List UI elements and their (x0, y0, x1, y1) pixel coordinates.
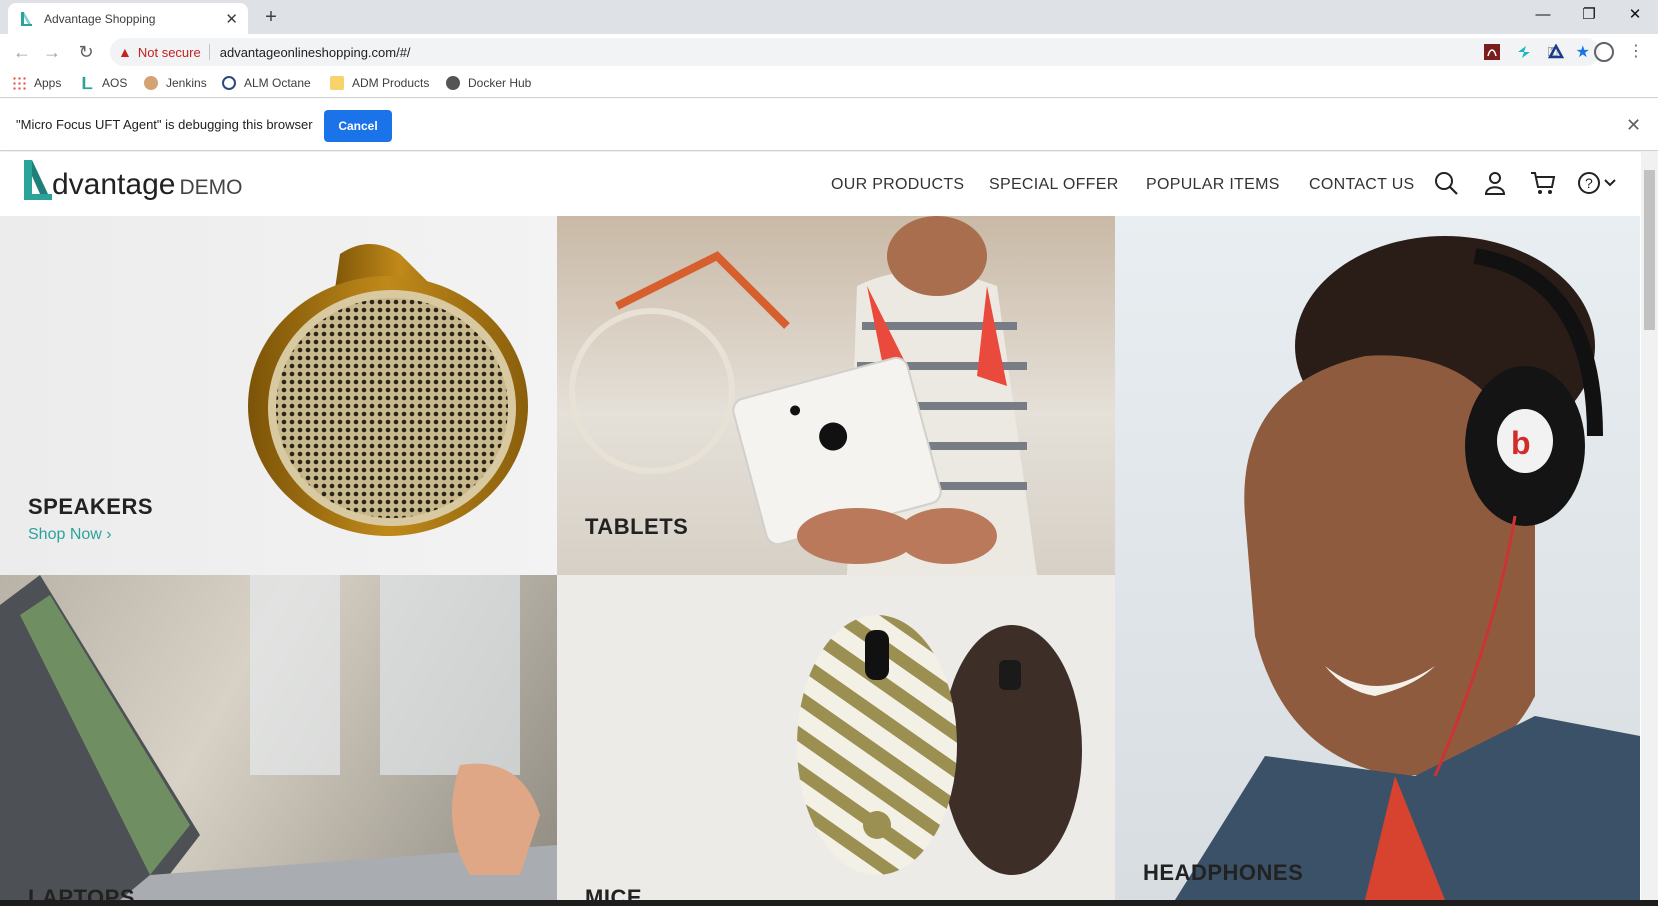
user-icon[interactable] (1483, 170, 1507, 196)
browser-titlebar: Advantage Shopping ✕ + — ❐ ✕ (0, 0, 1658, 34)
forward-icon[interactable]: → (40, 40, 64, 64)
laptop-image (0, 575, 557, 900)
folder-icon (330, 76, 344, 90)
mice-image (797, 615, 1082, 875)
bookmark-star-icon[interactable]: ★ (1576, 42, 1590, 62)
search-icon[interactable] (1433, 170, 1459, 196)
jenkins-icon (144, 76, 158, 90)
bookmark-adm-products[interactable]: ADM Products (330, 76, 429, 90)
window-close-icon[interactable]: ✕ (1612, 4, 1658, 26)
bookmark-label: ADM Products (352, 76, 430, 90)
bookmark-label: Docker Hub (468, 76, 532, 90)
tablets-label: TABLETS (585, 514, 689, 539)
svg-text:?: ? (1585, 175, 1593, 191)
acrobat-extension-icon[interactable] (1484, 44, 1500, 60)
speaker-image (248, 244, 528, 536)
os-taskbar (0, 900, 1658, 906)
back-icon[interactable]: ← (10, 40, 34, 64)
mice-label: MICE (585, 885, 642, 900)
speakers-label: SPEAKERS (28, 494, 154, 519)
browser-tab[interactable]: Advantage Shopping ✕ (8, 3, 248, 34)
page-scrollbar[interactable] (1641, 152, 1658, 900)
apps-grid-icon (12, 76, 26, 90)
shop-now-link[interactable]: Shop Now › (28, 526, 112, 544)
aos-bookmark-icon (82, 76, 93, 90)
bookmark-aos[interactable]: AOS (80, 76, 127, 90)
new-tab-icon[interactable]: + (260, 6, 282, 28)
bookmark-label: AOS (102, 76, 128, 90)
scrollbar-thumb[interactable] (1644, 170, 1655, 330)
site-header: dvantage DEMO OUR PRODUCTS SPECIAL OFFER… (0, 152, 1640, 216)
drive-extension-icon[interactable] (1548, 44, 1564, 60)
cart-icon[interactable] (1530, 170, 1556, 196)
aos-favicon-icon (21, 11, 32, 26)
web-page: dvantage DEMO OUR PRODUCTS SPECIAL OFFER… (0, 152, 1640, 900)
reload-icon[interactable]: ↻ (74, 40, 98, 64)
bookmarks-bar: Apps AOS Jenkins ALM Octane ADM Products… (0, 70, 1658, 98)
bookmark-alm-octane[interactable]: ALM Octane (222, 76, 311, 90)
docker-icon (446, 76, 460, 90)
svg-text:b: b (1511, 425, 1531, 461)
octane-icon (222, 76, 236, 90)
bookmark-label: Apps (34, 76, 62, 90)
profile-icon[interactable] (1594, 42, 1614, 62)
category-headphones[interactable]: b HEADPHONES (1115, 216, 1640, 900)
tab-close-icon[interactable]: ✕ (225, 10, 238, 28)
headphones-label: HEADPHONES (1143, 860, 1304, 885)
bookmark-docker-hub[interactable]: Docker Hub (446, 76, 531, 90)
tab-title: Advantage Shopping (44, 11, 156, 26)
omnibox-divider (208, 44, 210, 60)
chevron-right-icon: › (106, 526, 112, 543)
category-laptops[interactable]: LAPTOPS (0, 575, 557, 900)
cancel-button[interactable]: Cancel (324, 110, 392, 142)
nav-popular-items[interactable]: POPULAR ITEMS (1146, 176, 1280, 194)
minimize-icon[interactable]: — (1520, 4, 1566, 26)
site-logo[interactable]: dvantage DEMO (22, 158, 242, 202)
warning-icon: ▲ (118, 44, 132, 60)
browser-toolbar: ← → ↻ ▲ Not secure advantageonlineshoppi… (0, 34, 1658, 70)
category-mice[interactable]: MICE (557, 575, 1115, 900)
help-icon[interactable]: ? (1577, 170, 1619, 196)
browser-menu-icon[interactable]: ⋮ (1628, 42, 1644, 62)
bookmark-apps[interactable]: Apps (12, 76, 61, 90)
uft-extension-icon[interactable] (1516, 44, 1532, 60)
address-bar[interactable]: ▲ Not secure advantageonlineshopping.com… (110, 38, 1600, 66)
url-text[interactable]: advantageonlineshopping.com/#/ (220, 45, 1548, 60)
security-label[interactable]: Not secure (138, 45, 201, 60)
debugging-infobar: "Micro Focus UFT Agent" is debugging thi… (0, 99, 1658, 151)
headphones-person-image: b (1175, 236, 1640, 900)
bookmark-jenkins[interactable]: Jenkins (144, 76, 207, 90)
restore-icon[interactable]: ❐ (1566, 4, 1612, 26)
logo-word: dvantage (52, 168, 176, 201)
infobar-message: "Micro Focus UFT Agent" is debugging thi… (16, 117, 313, 132)
logo-suffix: DEMO (179, 176, 243, 199)
nav-our-products[interactable]: OUR PRODUCTS (831, 176, 964, 194)
shop-now-label: Shop Now (28, 526, 102, 543)
category-speakers[interactable]: SPEAKERS Shop Now › (0, 216, 557, 575)
bookmark-label: ALM Octane (244, 76, 311, 90)
advantage-logo-icon (24, 160, 52, 200)
laptops-label: LAPTOPS (28, 885, 136, 900)
nav-special-offer[interactable]: SPECIAL OFFER (989, 176, 1119, 194)
infobar-close-icon[interactable]: ✕ (1626, 115, 1641, 136)
nav-contact-us[interactable]: CONTACT US (1309, 176, 1415, 194)
bookmark-label: Jenkins (166, 76, 207, 90)
category-tablets[interactable]: TABLETS (557, 216, 1115, 575)
